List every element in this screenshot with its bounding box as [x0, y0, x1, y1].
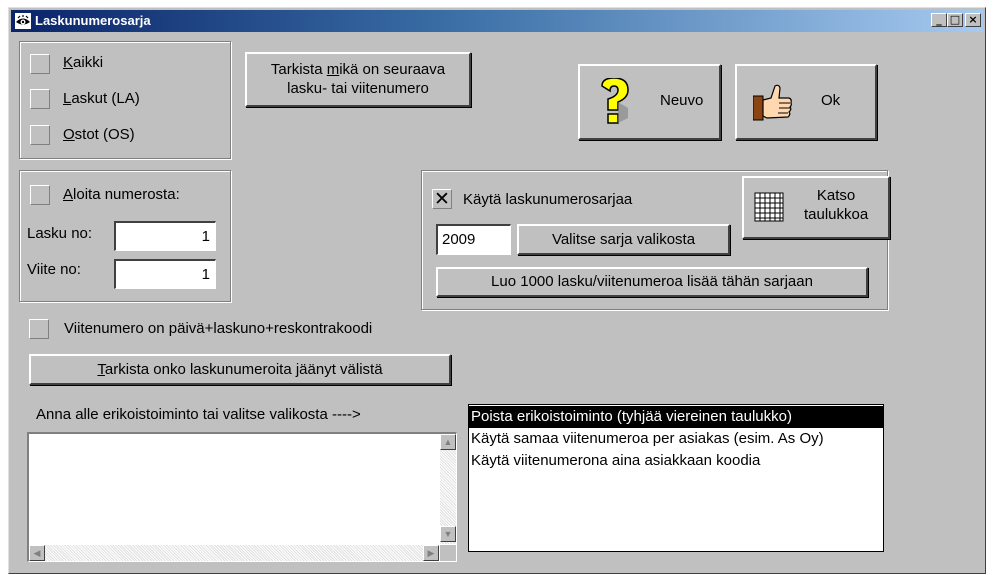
- list-item[interactable]: Käytä samaa viitenumeroa per asiakas (es…: [469, 428, 883, 450]
- number-series-group: ✕ Käytä laskunumerosarjaa 2009 Valitse s…: [421, 170, 890, 310]
- maximize-button[interactable]: □: [947, 13, 963, 27]
- invoice-number-label: Lasku no:: [27, 225, 93, 242]
- scroll-left-icon[interactable]: ◀: [29, 545, 45, 561]
- list-item[interactable]: Poista erikoistoiminto (tyhjää viereinen…: [469, 406, 883, 428]
- start-from-checkbox[interactable]: [30, 185, 50, 205]
- use-series-checkbox[interactable]: ✕: [432, 188, 452, 210]
- dialog-window: Laskunumerosarja _ □ × Kaikki Laskut (LA…: [8, 7, 986, 574]
- horizontal-scrollbar[interactable]: [29, 545, 439, 561]
- reference-number-input[interactable]: 1: [114, 259, 216, 289]
- close-button[interactable]: ×: [965, 13, 981, 27]
- view-table-line2: taulukkoa: [804, 206, 869, 223]
- special-function-textarea[interactable]: ▲ ▼ ◀ ▶: [27, 432, 457, 562]
- ok-button[interactable]: Ok: [735, 64, 877, 140]
- check-next-number-button[interactable]: Tarkista mikä on seuraava lasku- tai vii…: [245, 52, 471, 107]
- invoices-label: Laskut (LA): [63, 90, 140, 107]
- choose-series-button[interactable]: Valitse sarja valikosta: [517, 224, 730, 255]
- special-function-prompt: Anna alle erikoistoiminto tai valitse va…: [36, 406, 361, 423]
- invoice-number-input[interactable]: 1: [114, 221, 216, 251]
- grid-table-icon: [754, 192, 784, 222]
- all-checkbox[interactable]: [30, 54, 50, 74]
- purchases-label: Ostot (OS): [63, 126, 135, 143]
- eye-icon: [15, 13, 31, 29]
- scroll-down-icon[interactable]: ▼: [440, 526, 456, 542]
- series-year-input[interactable]: 2009: [436, 224, 511, 255]
- window-title: Laskunumerosarja: [35, 13, 151, 28]
- ok-label: Ok: [821, 92, 841, 109]
- reference-formula-label: Viitenumero on päivä+laskuno+reskontrako…: [64, 320, 373, 337]
- start-from-label: Aloita numerosta:: [63, 186, 180, 203]
- help-question-icon: [601, 78, 629, 124]
- title-bar[interactable]: Laskunumerosarja _ □ ×: [11, 10, 983, 32]
- scroll-right-icon[interactable]: ▶: [423, 545, 439, 561]
- special-function-list[interactable]: Poista erikoistoiminto (tyhjää viereinen…: [468, 404, 884, 552]
- view-table-button[interactable]: Katso taulukkoa: [742, 176, 890, 239]
- reference-number-label: Viite no:: [27, 261, 81, 278]
- list-item[interactable]: Käytä viitenumerona aina asiakkaan koodi…: [469, 450, 883, 472]
- purchases-checkbox[interactable]: [30, 125, 50, 145]
- start-number-group: Aloita numerosta: Lasku no: 1 Viite no: …: [19, 170, 231, 302]
- thumbs-up-icon: [753, 84, 792, 121]
- scope-group: Kaikki Laskut (LA) Ostot (OS): [19, 41, 231, 159]
- view-table-line1: Katso: [816, 187, 856, 204]
- check-gaps-button[interactable]: Tarkista onko laskunumeroita jäänyt väli…: [29, 354, 451, 385]
- help-label: Neuvo: [660, 92, 704, 109]
- help-button[interactable]: Neuvo: [578, 64, 721, 140]
- minimize-button[interactable]: _: [931, 13, 947, 27]
- create-numbers-button[interactable]: Luo 1000 lasku/viitenumeroa lisää tähän …: [436, 267, 868, 297]
- reference-formula-checkbox[interactable]: [29, 319, 49, 339]
- all-label: Kaikki: [63, 54, 104, 71]
- use-series-label: Käytä laskunumerosarjaa: [463, 191, 633, 208]
- invoices-checkbox[interactable]: [30, 89, 50, 109]
- scroll-up-icon[interactable]: ▲: [440, 434, 456, 450]
- scrollbar-corner: [440, 545, 456, 561]
